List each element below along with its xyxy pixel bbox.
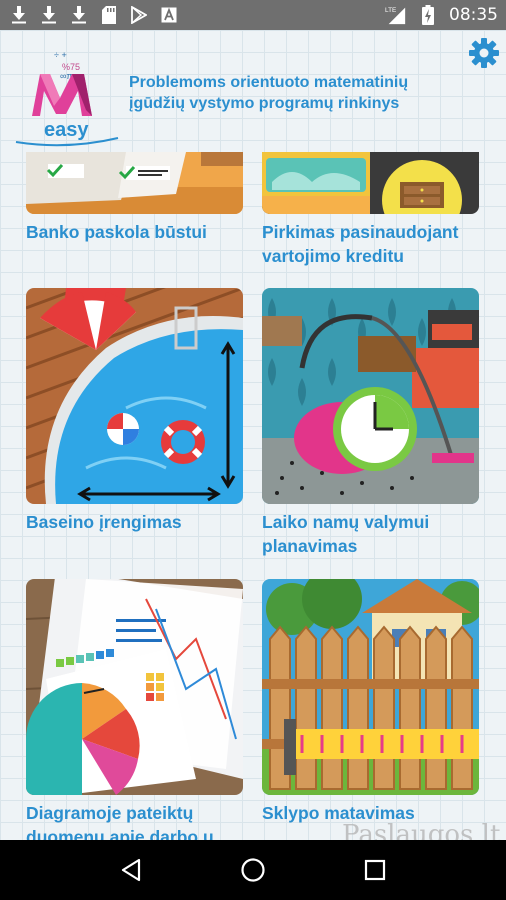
consumer-credit-thumbnail (262, 152, 479, 214)
program-card-bank-loan[interactable]: Banko paskola būstui (26, 152, 243, 244)
bank-loan-thumbnail (26, 152, 243, 214)
font-icon (158, 4, 180, 26)
recents-button[interactable] (355, 850, 395, 890)
app-content: ÷ + %75 ∞π easy Problemoms orientuoto ma… (0, 30, 506, 840)
cleaning-time-thumbnail (262, 288, 479, 504)
program-card-label: Baseino įrengimas (26, 512, 182, 532)
chart-data-thumbnail (26, 579, 243, 795)
program-card-consumer-credit[interactable]: Pirkimas pasinaudojant vartojimo kreditu (262, 152, 479, 268)
lte-signal-icon: LTE (385, 4, 407, 26)
home-button[interactable] (233, 850, 273, 890)
download-icon (68, 4, 90, 26)
pool-thumbnail (26, 288, 243, 504)
program-card-plot-measuring[interactable]: Sklypo matavimas (262, 579, 479, 825)
gear-icon (469, 38, 499, 68)
system-status: LTE 08:35 (385, 4, 498, 26)
program-card-label: Diagramoje pateiktų duomenų apie darbo u… (26, 803, 229, 840)
app-logo: ÷ + %75 ∞π easy (14, 46, 120, 150)
program-card-chart-data[interactable]: Diagramoje pateiktų duomenų apie darbo u… (26, 579, 243, 840)
program-card-label: Sklypo matavimas (262, 803, 415, 823)
program-card-pool[interactable]: Baseino įrengimas (26, 288, 243, 534)
notification-icons (8, 4, 180, 26)
svg-text:LTE: LTE (385, 7, 396, 14)
program-card-cleaning[interactable]: Laiko namų valymui planavimas (262, 288, 479, 558)
svg-text:÷ +: ÷ + (54, 50, 67, 60)
battery-charging-icon (417, 4, 439, 26)
sd-card-icon (98, 4, 120, 26)
navigation-bar (0, 840, 506, 900)
clock: 08:35 (449, 5, 498, 25)
back-triangle-icon (121, 858, 141, 882)
download-icon (38, 4, 60, 26)
svg-text:easy: easy (44, 119, 89, 141)
program-card-label: Laiko namų valymui planavimas (262, 512, 430, 556)
program-grid[interactable]: Banko paskola būstui Pirkimas pasinaudoj… (0, 152, 506, 840)
app-header: ÷ + %75 ∞π easy Problemoms orientuoto ma… (0, 30, 506, 152)
status-bar: LTE 08:35 (0, 0, 506, 30)
app-title: Problemoms orientuoto matematinių įgūdži… (129, 74, 409, 112)
plot-measuring-thumbnail (262, 579, 479, 795)
back-button[interactable] (111, 850, 151, 890)
play-store-icon (128, 4, 150, 26)
program-card-label: Pirkimas pasinaudojant vartojimo kreditu (262, 222, 459, 266)
download-icon (8, 4, 30, 26)
program-card-label: Banko paskola būstui (26, 222, 207, 242)
home-circle-icon (241, 858, 265, 882)
recents-square-icon (364, 859, 386, 881)
settings-button[interactable] (467, 36, 501, 70)
